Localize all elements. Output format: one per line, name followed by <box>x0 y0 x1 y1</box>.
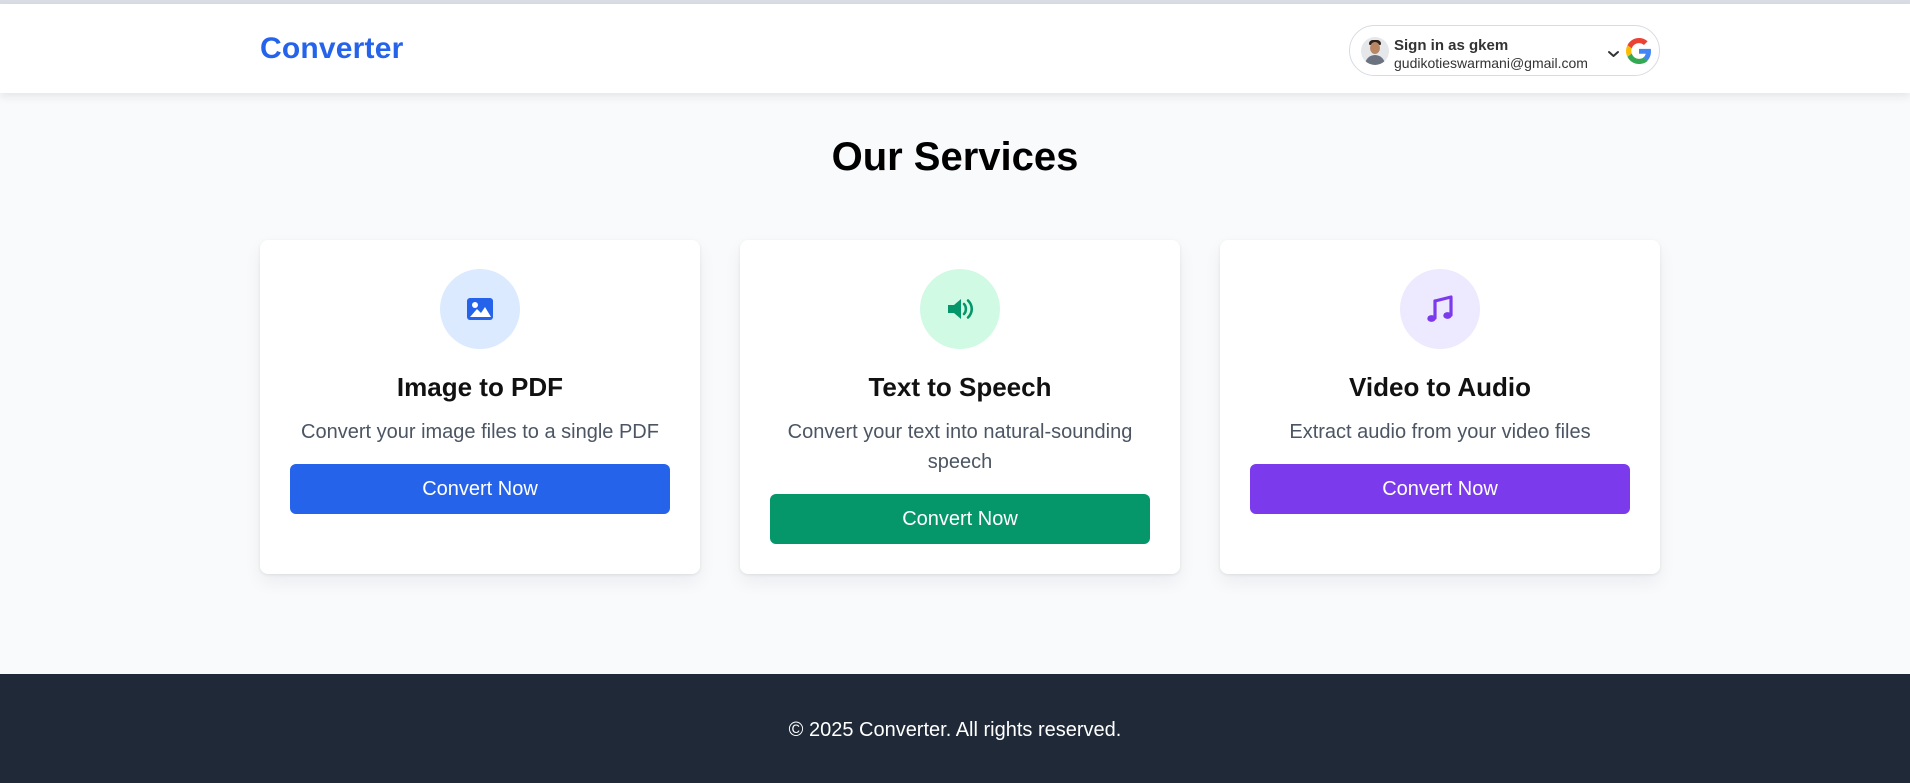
top-navigation-bar: Converter Sign in as gkem gudikotieswarm… <box>0 4 1910 93</box>
sign-in-title: Sign in as gkem <box>1394 37 1509 54</box>
service-card-image-to-pdf: Image to PDF Convert your image files to… <box>260 240 700 574</box>
service-icon-circle <box>920 269 1000 349</box>
image-icon <box>467 298 493 320</box>
convert-now-button[interactable]: Convert Now <box>1250 464 1630 514</box>
copyright-text: © 2025 Converter. All rights reserved. <box>788 719 1122 741</box>
service-description: Convert your image files to a single PDF <box>301 421 659 443</box>
google-logo-icon <box>1626 38 1651 64</box>
chevron-down-icon[interactable] <box>1607 49 1620 59</box>
convert-now-button[interactable]: Convert Now <box>290 464 670 514</box>
page-title: Our Services <box>831 135 1079 179</box>
google-account-chip[interactable]: Sign in as gkem gudikotieswarmani@gmail.… <box>1349 25 1660 76</box>
service-description: Extract audio from your video files <box>1289 421 1591 443</box>
service-title: Text to Speech <box>868 372 1052 402</box>
service-title: Image to PDF <box>396 372 564 402</box>
music-note-icon <box>1427 295 1453 322</box>
service-icon-circle <box>440 269 520 349</box>
service-description: Convert your text into natural-sounding … <box>787 421 1133 473</box>
user-avatar <box>1361 37 1389 65</box>
service-card-video-to-audio: Video to Audio Extract audio from your v… <box>1220 240 1660 574</box>
service-card-text-to-speech: Text to Speech Convert your text into na… <box>740 240 1180 574</box>
site-footer: © 2025 Converter. All rights reserved. <box>0 674 1910 783</box>
convert-now-button[interactable]: Convert Now <box>770 494 1150 544</box>
account-email: gudikotieswarmani@gmail.com <box>1394 55 1588 71</box>
speaker-icon <box>948 299 974 319</box>
brand-logo[interactable]: Converter <box>260 32 404 66</box>
service-title: Video to Audio <box>1349 372 1531 402</box>
service-icon-circle <box>1400 269 1480 349</box>
